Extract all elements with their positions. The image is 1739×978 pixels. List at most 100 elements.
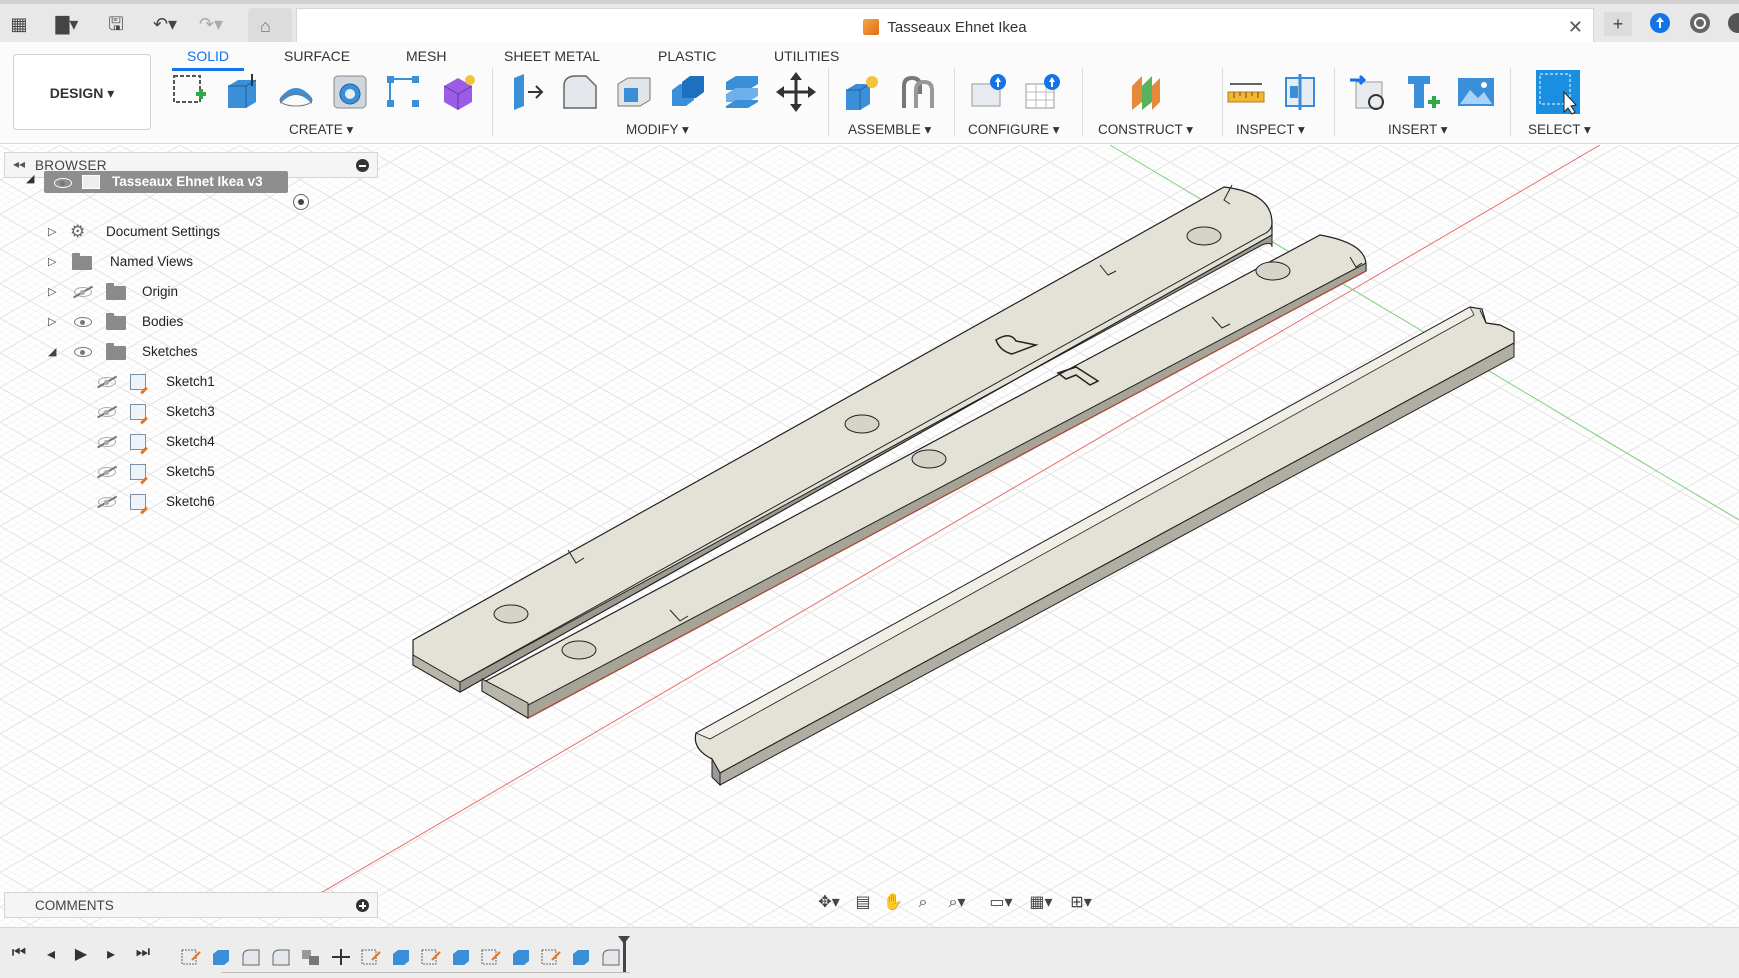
- browser-root-row[interactable]: Tasseaux Ehnet Ikea v3: [44, 171, 288, 193]
- timeline-combine-icon[interactable]: [300, 948, 322, 966]
- step-forward-icon[interactable]: ▸: [100, 944, 122, 964]
- grid-settings-icon[interactable]: ▦▾: [1024, 893, 1058, 913]
- document-tab[interactable]: Tasseaux Ehnet Ikea ✕: [296, 8, 1594, 46]
- redo-icon[interactable]: ↷▾: [194, 12, 228, 36]
- app-grid-icon[interactable]: ▦: [8, 12, 30, 36]
- assemble-group-label[interactable]: ASSEMBLE ▾: [848, 122, 931, 138]
- timeline-extrude-icon[interactable]: [210, 948, 232, 966]
- new-component-icon[interactable]: [842, 72, 882, 112]
- activate-component-icon[interactable]: [293, 194, 309, 210]
- modify-group-label[interactable]: MODIFY ▾: [626, 122, 689, 138]
- visibility-eye-icon[interactable]: [74, 317, 92, 327]
- tab-sheet-metal[interactable]: SHEET METAL: [504, 48, 600, 64]
- fillet-icon[interactable]: [560, 72, 600, 112]
- measure-icon[interactable]: [1226, 72, 1266, 112]
- move-copy-icon[interactable]: [776, 72, 816, 112]
- expand-arrow-icon[interactable]: ▷: [48, 250, 60, 274]
- insert-mcmaster-icon[interactable]: [1402, 72, 1442, 112]
- visibility-eye-icon[interactable]: [54, 178, 72, 188]
- timeline-sketch-icon[interactable]: [360, 948, 382, 966]
- create-group-label[interactable]: CREATE ▾: [289, 122, 353, 138]
- look-at-icon[interactable]: ▤: [852, 893, 874, 913]
- zoom-icon[interactable]: ⌕: [912, 893, 934, 913]
- hidden-eye-icon[interactable]: [74, 287, 92, 297]
- tree-sketch-item[interactable]: Sketch6: [96, 490, 236, 514]
- close-tab-icon[interactable]: ✕: [1568, 17, 1583, 38]
- pattern-icon[interactable]: [384, 72, 424, 112]
- expand-arrow-icon[interactable]: ▷: [48, 310, 60, 334]
- tree-document-settings[interactable]: ▷ ⚙ Document Settings: [44, 220, 264, 244]
- timeline-marker[interactable]: [618, 936, 630, 972]
- extrude-icon[interactable]: [222, 72, 262, 112]
- timeline-extrude-icon[interactable]: [390, 948, 412, 966]
- hidden-eye-icon[interactable]: [98, 467, 116, 477]
- tree-sketch-item[interactable]: Sketch3: [96, 400, 236, 424]
- timeline-sketch-icon[interactable]: [480, 948, 502, 966]
- timeline-sketch-icon[interactable]: [180, 948, 202, 966]
- configure-rule-icon[interactable]: [1022, 72, 1062, 112]
- tree-origin[interactable]: ▷ Origin: [44, 280, 264, 304]
- insert-group-label[interactable]: INSERT ▾: [1388, 122, 1448, 138]
- select-group-label[interactable]: SELECT ▾: [1528, 122, 1591, 138]
- orbit-icon[interactable]: ✥▾: [812, 893, 846, 913]
- add-comment-icon[interactable]: [356, 899, 369, 912]
- tab-surface[interactable]: SURFACE: [284, 48, 350, 64]
- tree-sketch-item[interactable]: Sketch4: [96, 430, 236, 454]
- revolve-icon[interactable]: [276, 72, 316, 112]
- construct-group-label[interactable]: CONSTRUCT ▾: [1098, 122, 1193, 138]
- job-status-icon[interactable]: [1688, 12, 1712, 36]
- section-analysis-icon[interactable]: [1280, 72, 1320, 112]
- configure-group-label[interactable]: CONFIGURE ▾: [968, 122, 1060, 138]
- select-icon[interactable]: [1534, 68, 1582, 116]
- tree-sketches[interactable]: ◢ Sketches: [44, 340, 264, 364]
- pan-icon[interactable]: ✋: [882, 893, 904, 913]
- offset-plane-icon[interactable]: [1126, 72, 1166, 112]
- upload-status-icon[interactable]: [1648, 12, 1672, 36]
- insert-canvas-icon[interactable]: [1456, 72, 1496, 112]
- split-body-icon[interactable]: [722, 72, 762, 112]
- timeline-extrude-icon[interactable]: [510, 948, 532, 966]
- fit-icon[interactable]: ⌕▾: [940, 893, 974, 913]
- shell-icon[interactable]: [614, 72, 654, 112]
- joint-icon[interactable]: [896, 72, 936, 112]
- tree-sketch-item[interactable]: Sketch1: [96, 370, 236, 394]
- minimize-icon[interactable]: [356, 159, 369, 172]
- tab-plastic[interactable]: PLASTIC: [658, 48, 716, 64]
- hole-icon[interactable]: [330, 72, 370, 112]
- new-tab-icon[interactable]: +: [1604, 12, 1632, 36]
- press-pull-icon[interactable]: [506, 72, 546, 112]
- timeline-sketch-icon[interactable]: [420, 948, 442, 966]
- hidden-eye-icon[interactable]: [98, 497, 116, 507]
- hidden-eye-icon[interactable]: [98, 437, 116, 447]
- hidden-eye-icon[interactable]: [98, 377, 116, 387]
- timeline-sketch-icon[interactable]: [540, 948, 562, 966]
- notifications-icon[interactable]: [1724, 12, 1739, 36]
- tab-utilities[interactable]: UTILITIES: [774, 48, 839, 64]
- tree-sketch-item[interactable]: Sketch5: [96, 460, 236, 484]
- timeline-extrude-icon[interactable]: [450, 948, 472, 966]
- expand-arrow-icon[interactable]: ▷: [48, 280, 60, 304]
- collapse-panel-icon[interactable]: ◂◂: [13, 157, 25, 171]
- hidden-eye-icon[interactable]: [98, 407, 116, 417]
- undo-icon[interactable]: ↶▾: [148, 12, 182, 36]
- timeline-move-icon[interactable]: [330, 948, 352, 966]
- viewports-icon[interactable]: ⊞▾: [1064, 893, 1098, 913]
- form-icon[interactable]: [438, 72, 478, 112]
- tab-mesh[interactable]: MESH: [406, 48, 446, 64]
- combine-icon[interactable]: [668, 72, 708, 112]
- file-menu-icon[interactable]: ▇▾: [50, 12, 84, 36]
- step-back-icon[interactable]: ◂: [40, 944, 62, 964]
- tab-solid[interactable]: SOLID: [187, 48, 229, 64]
- visibility-eye-icon[interactable]: [74, 347, 92, 357]
- display-settings-icon[interactable]: ▭▾: [984, 893, 1018, 913]
- go-to-end-icon[interactable]: ⏭: [132, 944, 154, 962]
- timeline-fillet-icon[interactable]: [270, 948, 292, 966]
- go-to-start-icon[interactable]: ⏮: [8, 944, 30, 962]
- tree-named-views[interactable]: ▷ Named Views: [44, 250, 264, 274]
- expand-arrow-icon[interactable]: ▷: [48, 220, 60, 244]
- inspect-group-label[interactable]: INSPECT ▾: [1236, 122, 1305, 138]
- save-icon[interactable]: 🖫: [104, 12, 128, 36]
- collapse-root-arrow[interactable]: ◢: [26, 172, 34, 185]
- play-icon[interactable]: ▶: [70, 944, 92, 964]
- create-sketch-icon[interactable]: [170, 72, 210, 112]
